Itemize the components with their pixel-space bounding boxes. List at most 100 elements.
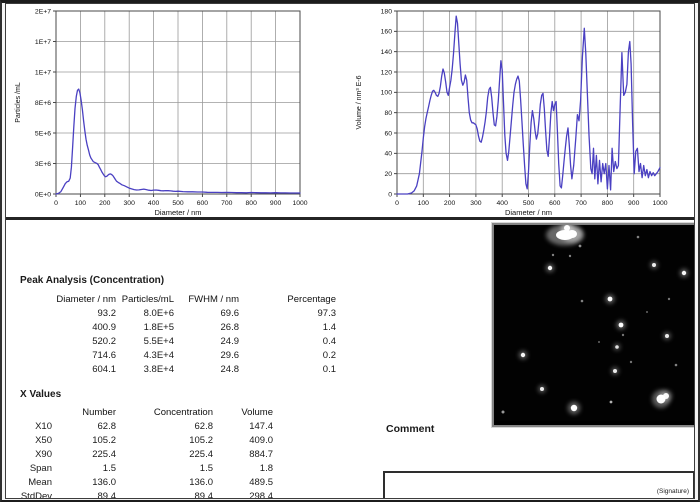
table-cell: 97.3 (239, 307, 336, 321)
table-cell: 3.8E+4 (116, 363, 174, 377)
table-cell: 1.5 (116, 462, 213, 476)
table-cell: 62.8 (52, 420, 116, 434)
peak-analysis-table: Diameter / nmParticles/mLFWHM / nmPercen… (19, 293, 336, 377)
svg-text:0: 0 (54, 200, 58, 207)
signature-box: (Signature) (383, 471, 695, 499)
table-cell: 62.8 (116, 420, 213, 434)
svg-text:Volume / nm³ E-6: Volume / nm³ E-6 (356, 75, 363, 129)
svg-text:2E+7: 2E+7 (35, 8, 51, 15)
table-header-cell (19, 406, 52, 420)
table-cell: 0.2 (239, 349, 336, 363)
svg-text:160: 160 (381, 29, 393, 36)
table-cell: 24.8 (174, 363, 239, 377)
table-cell: 93.2 (19, 307, 116, 321)
table-cell: 0.4 (239, 335, 336, 349)
results-section: Peak Analysis (Concentration) Diameter /… (6, 220, 694, 498)
svg-text:0E+0: 0E+0 (35, 191, 51, 198)
svg-text:200: 200 (444, 200, 456, 207)
table-cell: X90 (19, 448, 52, 462)
svg-text:1000: 1000 (292, 200, 307, 207)
particles-concentration-chart: 2E+71E+71E+78E+65E+63E+60E+0010020030040… (6, 6, 318, 217)
table-cell: 489.5 (213, 476, 273, 490)
table-header-cell: FWHM / nm (174, 293, 239, 307)
table-cell: 298.4 (213, 490, 273, 499)
svg-text:140: 140 (381, 49, 393, 56)
table-cell: 1.8E+5 (116, 321, 174, 335)
table-header-cell: Particles/mL (116, 293, 174, 307)
table-cell: 136.0 (116, 476, 213, 490)
table-cell: 225.4 (52, 448, 116, 462)
svg-text:900: 900 (628, 200, 640, 207)
svg-text:400: 400 (148, 200, 160, 207)
table-cell: 884.7 (213, 448, 273, 462)
table-header-cell: Percentage (239, 293, 336, 307)
table-cell: 69.6 (174, 307, 239, 321)
table-cell: 1.8 (213, 462, 273, 476)
particle-video-image (494, 225, 695, 421)
peak-analysis-title: Peak Analysis (Concentration) (20, 275, 164, 286)
window-frame: 2E+71E+71E+78E+65E+63E+60E+0010020030040… (0, 0, 700, 502)
svg-text:40: 40 (384, 151, 392, 158)
table-cell: 5.5E+4 (116, 335, 174, 349)
table-cell: X50 (19, 434, 52, 448)
table-cell: 4.3E+4 (116, 349, 174, 363)
svg-text:600: 600 (197, 200, 209, 207)
table-cell: 89.4 (116, 490, 213, 499)
table-cell: 8.0E+6 (116, 307, 174, 321)
table-cell: 520.2 (19, 335, 116, 349)
charts-section: 2E+71E+71E+78E+65E+63E+60E+0010020030040… (6, 4, 694, 220)
table-cell: 409.0 (213, 434, 273, 448)
comment-label: Comment (386, 423, 434, 435)
table-header-cell: Concentration (116, 406, 213, 420)
svg-text:200: 200 (99, 200, 111, 207)
report-page: 2E+71E+71E+78E+65E+63E+60E+0010020030040… (5, 3, 695, 499)
table-cell: Mean (19, 476, 52, 490)
svg-text:1E+7: 1E+7 (35, 69, 51, 76)
svg-text:5E+6: 5E+6 (35, 130, 51, 137)
table-cell: Span (19, 462, 52, 476)
svg-text:700: 700 (575, 200, 587, 207)
svg-text:800: 800 (602, 200, 614, 207)
svg-text:Diameter / nm: Diameter / nm (505, 208, 552, 217)
svg-text:0: 0 (388, 191, 392, 198)
table-header-cell: Diameter / nm (19, 293, 116, 307)
table-cell: 1.5 (52, 462, 116, 476)
table-cell: 225.4 (116, 448, 213, 462)
table-cell: 147.4 (213, 420, 273, 434)
table-cell: 24.9 (174, 335, 239, 349)
svg-text:80: 80 (384, 110, 392, 117)
svg-text:400: 400 (497, 200, 509, 207)
svg-text:1000: 1000 (652, 200, 667, 207)
table-cell: 26.8 (174, 321, 239, 335)
x-values-table: NumberConcentrationVolumeX1062.862.8147.… (19, 406, 273, 499)
svg-text:900: 900 (270, 200, 282, 207)
svg-text:8E+6: 8E+6 (35, 100, 51, 107)
table-cell: 1.4 (239, 321, 336, 335)
svg-text:100: 100 (75, 200, 87, 207)
table-cell: 0.1 (239, 363, 336, 377)
svg-text:0: 0 (395, 200, 399, 207)
svg-text:700: 700 (221, 200, 233, 207)
svg-text:100: 100 (418, 200, 430, 207)
table-cell: 136.0 (52, 476, 116, 490)
svg-text:20: 20 (384, 171, 392, 178)
svg-text:300: 300 (124, 200, 136, 207)
svg-text:1E+7: 1E+7 (35, 39, 51, 46)
volume-distribution-chart: 1801601401201008060402000100200300400500… (328, 6, 688, 217)
svg-text:300: 300 (470, 200, 482, 207)
table-cell: 400.9 (19, 321, 116, 335)
svg-text:180: 180 (381, 8, 393, 15)
svg-text:100: 100 (381, 90, 393, 97)
svg-text:120: 120 (381, 69, 393, 76)
svg-text:Diameter / nm: Diameter / nm (154, 208, 201, 217)
table-cell: StdDev (19, 490, 52, 499)
svg-text:60: 60 (384, 130, 392, 137)
svg-text:600: 600 (549, 200, 561, 207)
table-cell: 105.2 (116, 434, 213, 448)
svg-text:Particles /mL: Particles /mL (15, 82, 22, 123)
table-cell: X10 (19, 420, 52, 434)
table-cell: 89.4 (52, 490, 116, 499)
table-cell: 29.6 (174, 349, 239, 363)
svg-text:800: 800 (246, 200, 258, 207)
table-header-cell: Number (52, 406, 116, 420)
